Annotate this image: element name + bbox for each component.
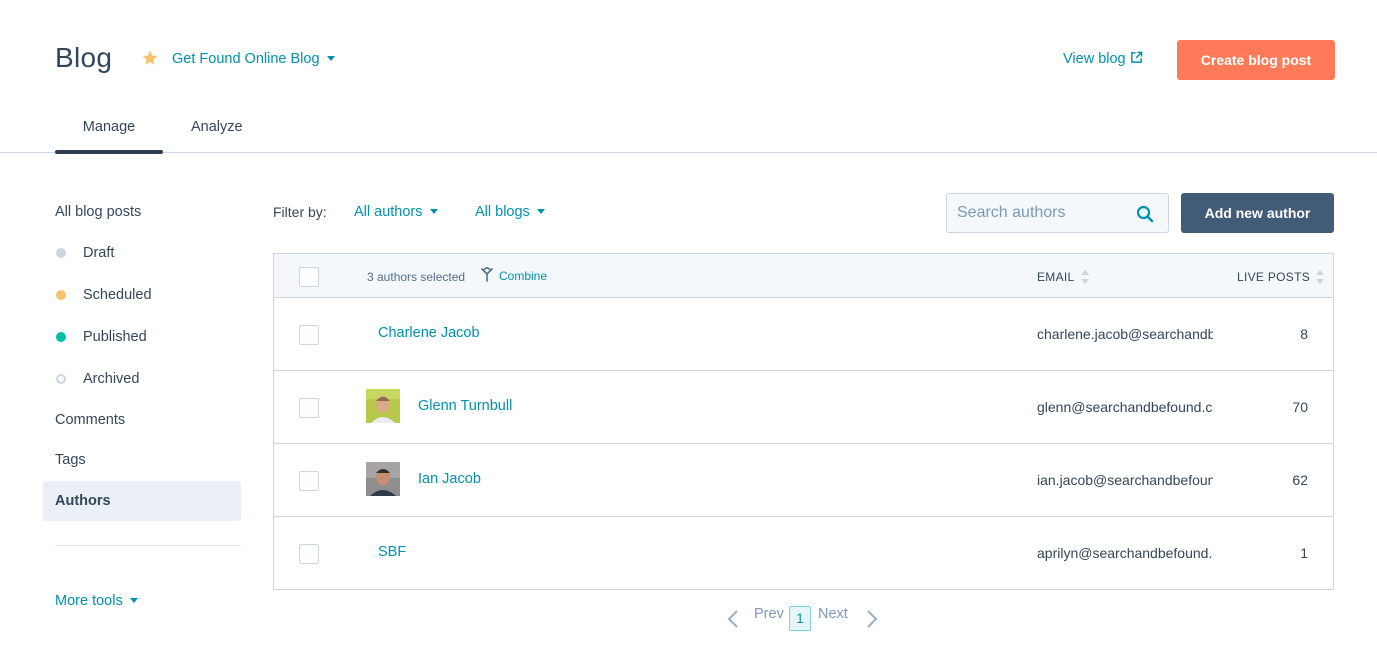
page-number-button[interactable]: 1	[789, 606, 811, 631]
column-header-label: EMAIL	[1037, 270, 1075, 284]
authors-filter-label: All authors	[354, 204, 423, 220]
sidebar-item-label: All blog posts	[55, 204, 142, 220]
selected-count: 3 authors selected	[367, 270, 466, 284]
table-header: 3 authors selected Combine EMAIL LIVE PO…	[274, 254, 1333, 298]
sidebar-item-all-blog-posts[interactable]: All blog posts	[43, 192, 241, 232]
create-blog-post-button[interactable]: Create blog post	[1177, 40, 1335, 80]
search-icon[interactable]	[1136, 205, 1154, 223]
tab-analyze[interactable]: Analyze	[191, 119, 243, 135]
merge-icon	[481, 266, 493, 282]
search-input[interactable]	[947, 194, 1127, 232]
table-row: Ian Jacob ian.jacob@searchandbefound.com…	[274, 444, 1333, 517]
avatar	[366, 462, 400, 496]
status-dot-icon	[56, 374, 66, 384]
sidebar-item-archived[interactable]: Archived	[43, 359, 241, 399]
combine-label: Combine	[499, 269, 548, 283]
tab-manage[interactable]: Manage	[55, 119, 163, 154]
author-email: ian.jacob@searchandbefound.com	[1037, 472, 1213, 488]
blog-switcher-dropdown[interactable]: Get Found Online Blog	[172, 51, 335, 67]
select-all-checkbox[interactable]	[299, 267, 319, 287]
column-header-label: LIVE POSTS	[1237, 270, 1311, 284]
chevron-down-icon	[536, 208, 545, 214]
authors-table: 3 authors selected Combine EMAIL LIVE PO…	[273, 253, 1334, 590]
sidebar-item-authors[interactable]: Authors	[43, 481, 241, 521]
view-blog-link[interactable]: View blog	[1063, 51, 1143, 67]
author-email: charlene.jacob@searchandbefound.com	[1037, 326, 1213, 342]
star-icon[interactable]	[141, 49, 159, 67]
chevron-right-icon[interactable]	[866, 609, 878, 629]
external-link-icon	[1130, 51, 1142, 63]
column-header-email[interactable]: EMAIL	[1037, 270, 1089, 284]
view-blog-label: View blog	[1063, 51, 1126, 67]
sidebar-item-scheduled[interactable]: Scheduled	[43, 275, 241, 315]
sidebar-item-label: Draft	[83, 245, 115, 261]
avatar	[366, 389, 400, 423]
live-posts-count: 62	[1292, 472, 1308, 488]
page-title: Blog	[55, 42, 113, 73]
sidebar-item-label: Archived	[83, 371, 140, 387]
blog-switcher-label: Get Found Online Blog	[172, 51, 320, 67]
blogs-filter-dropdown[interactable]: All blogs	[475, 204, 545, 220]
chevron-left-icon[interactable]	[727, 609, 739, 629]
tab-bar: Manage Analyze	[0, 100, 1377, 154]
sidebar-item-label: Tags	[55, 452, 86, 468]
sort-icon	[1316, 270, 1325, 284]
status-dot-icon	[56, 248, 66, 258]
table-row: SBF aprilyn@searchandbefound.com 1	[274, 517, 1333, 590]
sidebar-item-comments[interactable]: Comments	[43, 400, 241, 440]
sidebar-item-published[interactable]: Published	[43, 317, 241, 357]
author-name-link[interactable]: Charlene Jacob	[378, 325, 480, 341]
authors-filter-dropdown[interactable]: All authors	[354, 204, 438, 220]
prev-page-button[interactable]: Prev	[754, 606, 784, 622]
sort-icon	[1080, 270, 1089, 284]
row-checkbox[interactable]	[299, 325, 319, 345]
chevron-down-icon	[429, 208, 438, 214]
combine-button[interactable]: Combine	[480, 266, 548, 283]
chevron-down-icon	[129, 597, 138, 603]
sidebar-item-draft[interactable]: Draft	[43, 233, 241, 273]
more-tools-dropdown[interactable]: More tools	[55, 593, 138, 609]
live-posts-count: 1	[1300, 545, 1308, 561]
live-posts-count: 70	[1292, 399, 1308, 415]
sidebar-item-label: Comments	[55, 412, 126, 428]
blogs-filter-label: All blogs	[475, 204, 530, 220]
add-new-author-button[interactable]: Add new author	[1181, 193, 1334, 233]
live-posts-count: 8	[1300, 326, 1308, 342]
next-page-button[interactable]: Next	[818, 606, 848, 622]
chevron-down-icon	[326, 55, 335, 61]
author-name-link[interactable]: Glenn Turnbull	[418, 398, 512, 414]
author-name-link[interactable]: Ian Jacob	[418, 471, 481, 487]
sidebar-item-tags[interactable]: Tags	[43, 440, 241, 480]
sidebar-divider	[55, 545, 241, 546]
author-email: glenn@searchandbefound.com	[1037, 399, 1213, 415]
search-box	[946, 193, 1169, 233]
column-header-live-posts[interactable]: LIVE POSTS	[1237, 270, 1325, 284]
more-tools-label: More tools	[55, 593, 123, 609]
row-checkbox[interactable]	[299, 398, 319, 418]
sidebar-item-label: Scheduled	[83, 287, 152, 303]
sidebar-item-label: Authors	[55, 493, 111, 509]
sidebar-item-label: Published	[83, 329, 147, 345]
author-email: aprilyn@searchandbefound.com	[1037, 545, 1213, 561]
row-checkbox[interactable]	[299, 471, 319, 491]
table-row: Glenn Turnbull glenn@searchandbefound.co…	[274, 371, 1333, 444]
status-dot-icon	[56, 332, 66, 342]
row-checkbox[interactable]	[299, 544, 319, 564]
status-dot-icon	[56, 290, 66, 300]
filter-label: Filter by:	[273, 204, 327, 220]
table-row: Charlene Jacob charlene.jacob@searchandb…	[274, 298, 1333, 371]
author-name-link[interactable]: SBF	[378, 544, 406, 560]
